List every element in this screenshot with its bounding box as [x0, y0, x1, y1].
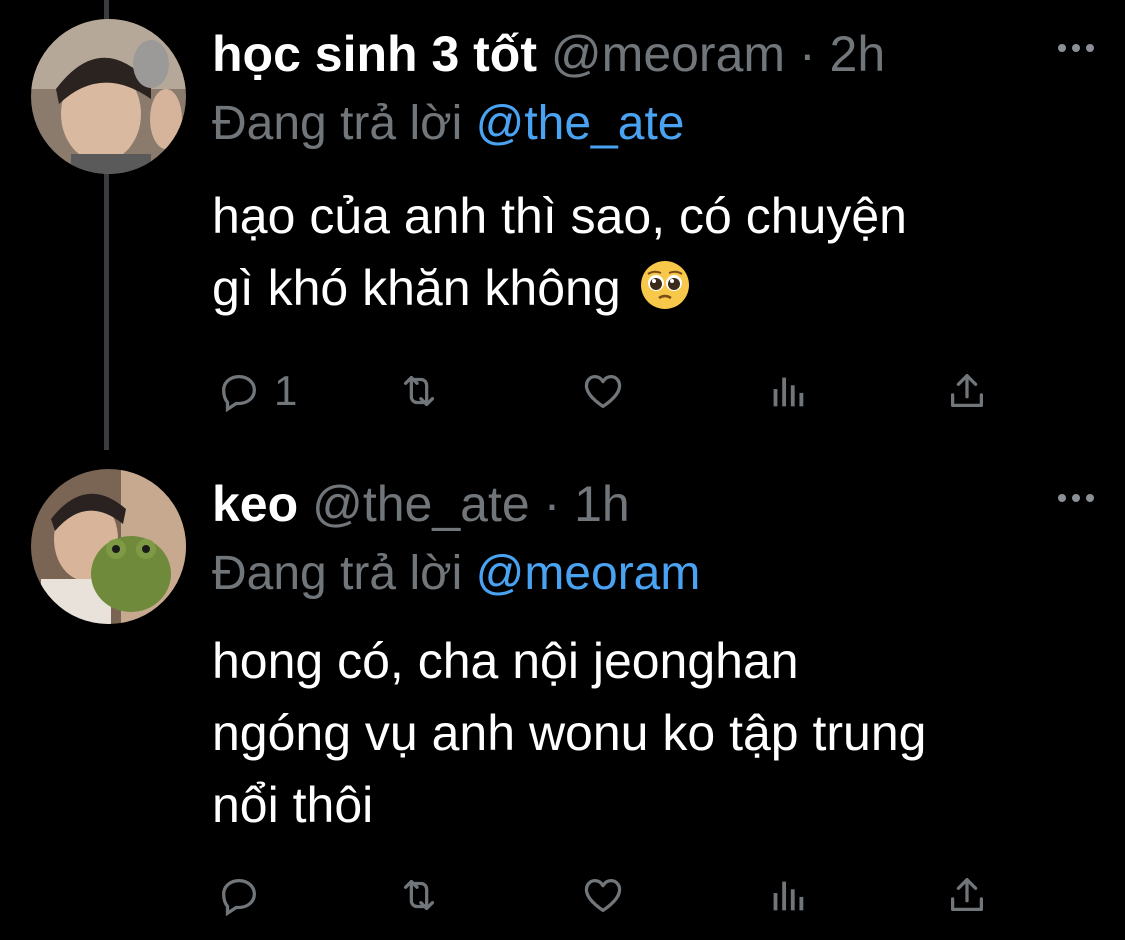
replying-to: Đang trả lời @meoram — [212, 544, 700, 604]
views-icon — [773, 377, 804, 407]
like-button[interactable] — [580, 870, 626, 920]
tweet-actions: 1 — [212, 366, 1002, 416]
share-icon — [950, 374, 984, 408]
reply-prefix: Đang trả lời — [212, 97, 463, 150]
reply-icon — [222, 878, 256, 917]
tweet-text: hạo của anh thì sao, có chuyện gì khó kh… — [212, 180, 1092, 324]
reply-mention-link[interactable]: @the_ate — [476, 97, 685, 150]
tweet-header: keo @the_ate · 1h — [212, 474, 630, 534]
avatar[interactable] — [31, 469, 186, 624]
tweet[interactable]: học sinh 3 tốt @meoram · 2h Đang trả lời… — [0, 0, 1125, 450]
handle[interactable]: @meoram — [551, 26, 785, 82]
share-button[interactable] — [944, 870, 990, 920]
reply-button[interactable]: 1 — [216, 366, 297, 416]
retweet-button[interactable] — [396, 870, 442, 920]
separator: · — [543, 476, 561, 532]
heart-icon — [584, 374, 622, 408]
heart-icon — [584, 878, 622, 912]
like-button[interactable] — [580, 366, 626, 416]
retweet-icon — [403, 375, 435, 407]
tweet-text-line: gì khó khăn không — [212, 252, 1092, 324]
retweet-button[interactable] — [396, 366, 442, 416]
share-button[interactable] — [944, 366, 990, 416]
reply-prefix: Đang trả lời — [212, 547, 463, 600]
tweet-text-line: ngóng vụ anh wonu ko tập trung — [212, 705, 927, 761]
tweet-actions — [212, 870, 1002, 920]
retweet-icon — [403, 879, 435, 911]
handle[interactable]: @the_ate — [312, 476, 530, 532]
avatar-photo — [31, 19, 186, 174]
reply-icon — [222, 374, 256, 413]
tweet-text-line: hong có, cha nội jeonghan — [212, 633, 799, 689]
more-icon[interactable] — [1058, 494, 1094, 502]
timestamp[interactable]: 2h — [830, 26, 886, 82]
views-icon — [773, 881, 804, 911]
display-name[interactable]: keo — [212, 476, 298, 532]
tweet-text-line: hạo của anh thì sao, có chuyện — [212, 188, 907, 244]
avatar-photo — [31, 469, 186, 624]
reply-count: 1 — [274, 367, 298, 414]
replying-to: Đang trả lời @the_ate — [212, 94, 684, 154]
reply-mention-link[interactable]: @meoram — [476, 547, 701, 600]
views-button[interactable] — [764, 366, 810, 416]
more-icon[interactable] — [1058, 44, 1094, 52]
tweet-text: hong có, cha nội jeonghan ngóng vụ anh w… — [212, 625, 1092, 841]
timestamp[interactable]: 1h — [574, 476, 630, 532]
display-name[interactable]: học sinh 3 tốt — [212, 26, 537, 82]
tweet-text-line: nổi thôi — [212, 777, 374, 833]
pleading-face-emoji — [640, 261, 689, 309]
separator: · — [798, 26, 816, 82]
tweet-header: học sinh 3 tốt @meoram · 2h — [212, 24, 885, 84]
avatar[interactable] — [31, 19, 186, 174]
reply-button[interactable] — [216, 870, 262, 920]
share-icon — [950, 878, 984, 912]
views-button[interactable] — [764, 870, 810, 920]
tweet[interactable]: keo @the_ate · 1h Đang trả lời @meoram h… — [0, 450, 1125, 940]
